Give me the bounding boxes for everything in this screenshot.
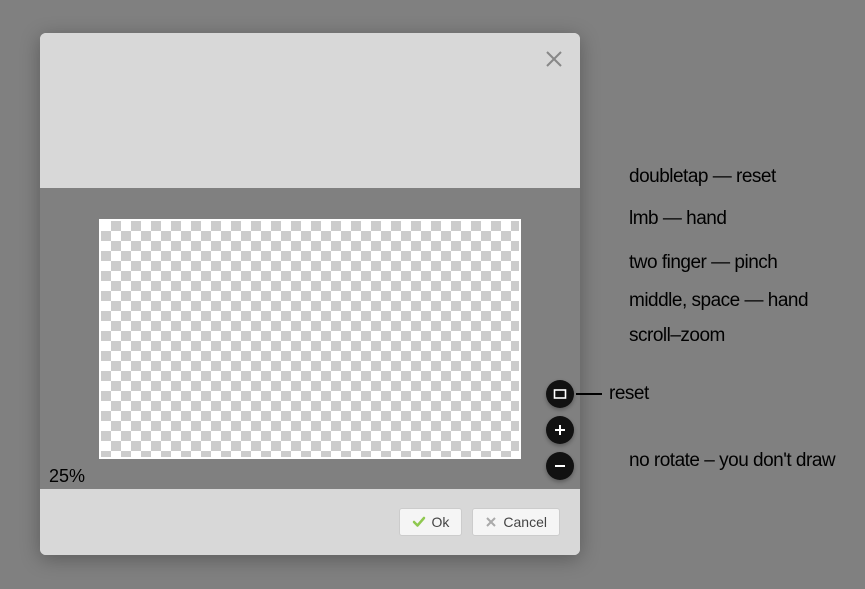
annotation-scroll: scroll–zoom (629, 325, 725, 347)
cancel-button[interactable]: Cancel (472, 508, 560, 536)
annotation-middle: middle, space — hand (629, 290, 808, 312)
zoom-level: 25% (49, 466, 85, 487)
annotation-lmb: lmb — hand (629, 208, 726, 230)
cancel-button-label: Cancel (503, 514, 547, 530)
minus-icon (552, 458, 568, 474)
x-icon (485, 516, 497, 528)
zoom-controls (546, 380, 574, 480)
zoom-in-button[interactable] (546, 416, 574, 444)
fit-icon (552, 386, 568, 402)
close-icon (545, 50, 563, 68)
check-icon (412, 515, 426, 529)
annotation-norotate: no rotate – you don't draw (629, 450, 835, 472)
canvas-preview[interactable] (99, 219, 521, 459)
close-button[interactable] (542, 47, 566, 71)
dialog-window: 25% Ok Cancel (40, 33, 580, 555)
dialog-header (40, 33, 580, 188)
annotation-reset: reset (609, 383, 649, 405)
plus-icon (552, 422, 568, 438)
reset-view-button[interactable] (546, 380, 574, 408)
annotation-connector (576, 393, 602, 395)
ok-button[interactable]: Ok (399, 508, 463, 536)
annotation-twofinger: two finger — pinch (629, 252, 777, 274)
annotation-doubletap: doubletap — reset (629, 166, 776, 188)
dialog-body: 25% (40, 188, 580, 489)
zoom-out-button[interactable] (546, 452, 574, 480)
dialog-footer: Ok Cancel (40, 489, 580, 555)
ok-button-label: Ok (432, 514, 450, 530)
